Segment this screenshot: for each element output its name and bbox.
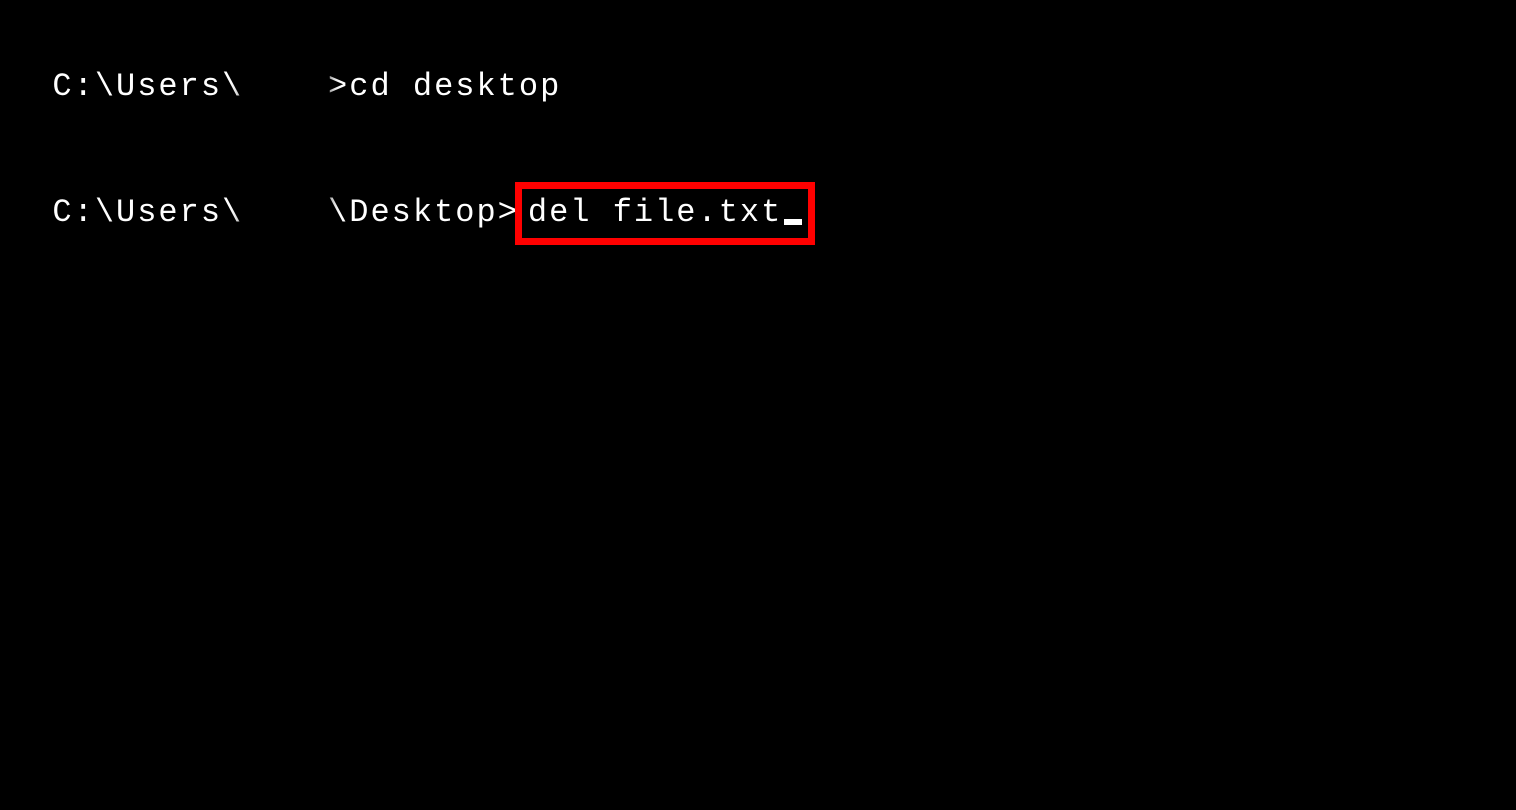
highlighted-command: del file.txt (515, 182, 815, 245)
prompt-prefix: C:\Users\ (52, 68, 243, 105)
terminal-line-2[interactable]: C:\Users\████\Desktop>del file.txt (10, 138, 1506, 246)
cursor-icon (784, 219, 802, 225)
redacted-username: ████ (243, 191, 328, 236)
prompt-suffix: \Desktop> (328, 194, 519, 231)
redacted-username: ████ (243, 65, 328, 110)
terminal-line-1: C:\Users\████>cd desktop (10, 20, 1506, 110)
prompt-suffix: > (328, 68, 349, 105)
prompt-prefix: C:\Users\ (52, 194, 243, 231)
command-text: del file.txt (528, 194, 782, 231)
command-text: cd desktop (349, 68, 561, 105)
